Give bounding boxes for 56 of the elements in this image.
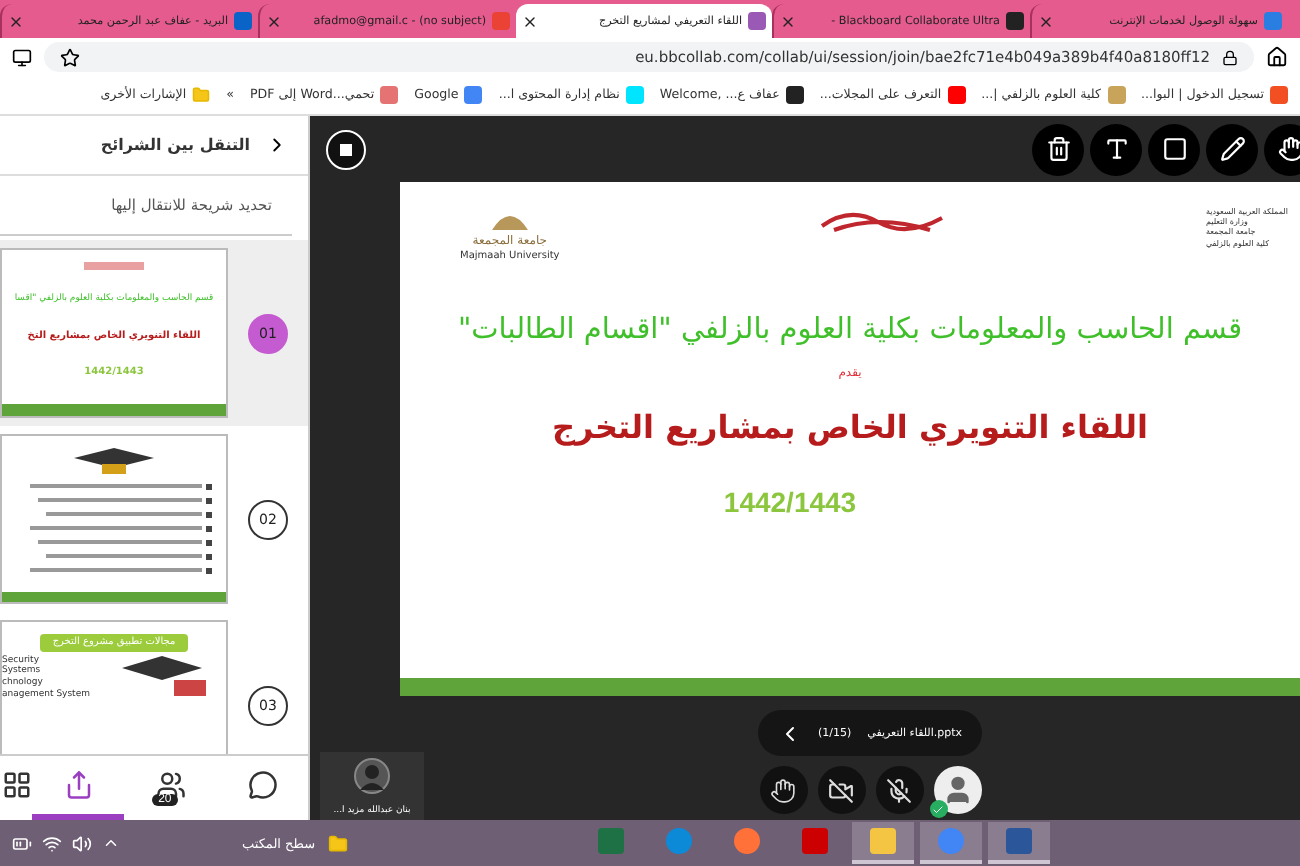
favicon-icon bbox=[380, 86, 399, 104]
folder-icon bbox=[192, 86, 211, 104]
panel-title: التنقل بين الشرائح bbox=[100, 136, 250, 154]
slide-subtitle: اللقاء التنويري الخاص بمشاريع التخرج bbox=[552, 408, 1148, 446]
avatar-icon bbox=[354, 758, 390, 794]
camera-icon bbox=[828, 777, 854, 803]
battery-icon[interactable] bbox=[12, 833, 32, 853]
people-icon bbox=[155, 770, 186, 800]
raise-hand-button[interactable] bbox=[759, 766, 807, 814]
hand-icon bbox=[1277, 136, 1300, 162]
favicon-icon bbox=[234, 12, 252, 30]
check-icon bbox=[929, 800, 947, 818]
shape-icon bbox=[1161, 136, 1187, 162]
slide-title: قسم الحاسب والمعلومات بكلية العلوم بالزلفي "اقسام الطالبات" bbox=[457, 314, 1242, 346]
favicon-icon bbox=[947, 86, 966, 104]
favicon-icon bbox=[785, 86, 804, 104]
shape-tool-button[interactable] bbox=[1148, 123, 1200, 175]
star-icon[interactable] bbox=[60, 47, 80, 67]
pencil-icon bbox=[1219, 136, 1245, 162]
graduation-cap-icon bbox=[74, 448, 154, 476]
avatar-button[interactable] bbox=[933, 766, 981, 814]
text-tool-button[interactable] bbox=[1090, 123, 1142, 175]
chat-icon bbox=[247, 770, 278, 800]
monitor-icon[interactable] bbox=[12, 47, 32, 67]
avatar-icon bbox=[941, 774, 973, 806]
favicon-icon bbox=[1270, 86, 1288, 104]
favicon-icon bbox=[492, 12, 510, 30]
clear-tool-button[interactable] bbox=[1032, 123, 1084, 175]
raise-hand-icon bbox=[770, 777, 796, 803]
pencil-tool-button[interactable] bbox=[1206, 123, 1258, 175]
lock-icon bbox=[1222, 49, 1238, 65]
folder-icon[interactable] bbox=[327, 833, 348, 853]
favicon-icon bbox=[1107, 86, 1125, 104]
graduation-cap-icon bbox=[122, 656, 210, 701]
favicon-icon bbox=[464, 86, 483, 104]
slide-thumbnail[interactable] bbox=[0, 434, 228, 604]
camera-button[interactable] bbox=[817, 766, 865, 814]
slide-year: 1442/1443 bbox=[723, 486, 857, 518]
mic-icon bbox=[886, 777, 912, 803]
stop-button[interactable] bbox=[326, 129, 366, 169]
tray-expand-icon[interactable] bbox=[102, 834, 120, 852]
taskbar-app[interactable] bbox=[987, 822, 1050, 864]
favicon-icon bbox=[748, 12, 766, 30]
close-icon[interactable] bbox=[522, 13, 538, 29]
favicon-icon bbox=[1006, 12, 1024, 30]
share-icon bbox=[63, 770, 94, 800]
favicon-icon bbox=[1264, 12, 1282, 30]
mic-button[interactable] bbox=[875, 766, 923, 814]
home-icon[interactable] bbox=[1266, 46, 1288, 68]
other-icon bbox=[1, 770, 32, 800]
clear-icon bbox=[1045, 136, 1071, 162]
text-icon bbox=[1103, 136, 1129, 162]
stop-icon bbox=[340, 143, 352, 155]
favicon-icon bbox=[625, 86, 644, 104]
volume-icon[interactable] bbox=[72, 833, 92, 853]
wifi-icon[interactable] bbox=[42, 833, 62, 853]
